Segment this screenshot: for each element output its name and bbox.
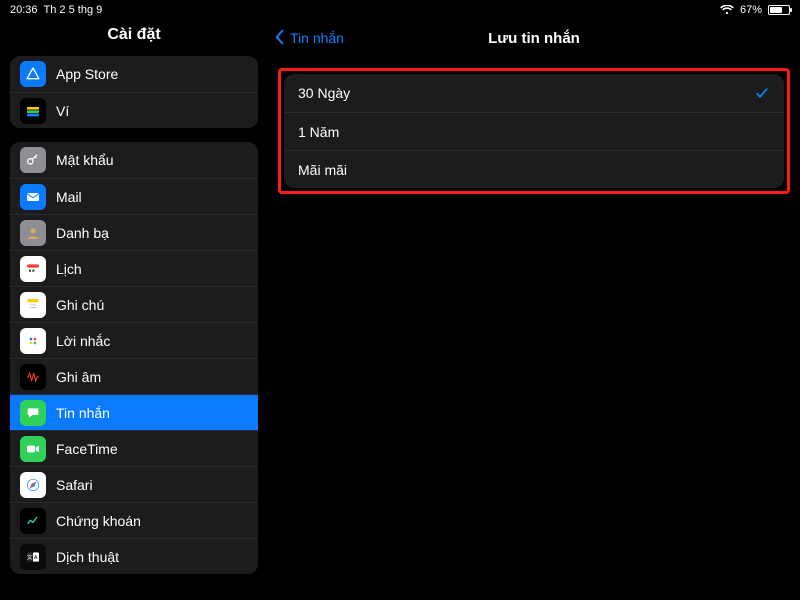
voice-icon <box>20 364 46 390</box>
calendar-icon <box>20 256 46 282</box>
back-button[interactable]: Tin nhắn <box>268 29 344 48</box>
sidebar-item-label: Tin nhắn <box>56 405 110 421</box>
key-icon <box>20 147 46 173</box>
sidebar-item-label: FaceTime <box>56 441 118 457</box>
sidebar-item-label: Lịch <box>56 261 82 277</box>
option-label: 1 Năm <box>298 124 339 140</box>
settings-sidebar: Cài đặt App Store Ví Mật khẩu Mail Danh bạ Lị… <box>0 20 268 600</box>
safari-icon <box>20 472 46 498</box>
appstore-icon <box>20 61 46 87</box>
option-label: 30 Ngày <box>298 85 350 101</box>
messages-icon <box>20 400 46 426</box>
sidebar-item-stocks[interactable]: Chứng khoán <box>10 502 258 538</box>
sidebar-item-passwords[interactable]: Mật khẩu <box>10 142 258 178</box>
sidebar-item-notes[interactable]: Ghi chú <box>10 286 258 322</box>
sidebar-item-app-store[interactable]: App Store <box>10 56 258 92</box>
stocks-icon <box>20 508 46 534</box>
detail-navbar: Tin nhắn Lưu tin nhắn <box>268 20 800 56</box>
wallet-icon <box>20 98 46 124</box>
wifi-icon <box>720 5 734 15</box>
detail-title: Lưu tin nhắn <box>268 30 800 47</box>
svg-text:A: A <box>34 555 38 561</box>
mail-icon <box>20 184 46 210</box>
sidebar-item-voicememo[interactable]: Ghi âm <box>10 358 258 394</box>
sidebar-item-label: Lời nhắc <box>56 333 110 349</box>
facetime-icon <box>20 436 46 462</box>
sidebar-title: Cài đặt <box>10 20 258 56</box>
option-label: Mãi mãi <box>298 162 347 178</box>
translate-icon: 文A <box>20 544 46 570</box>
option-row[interactable]: 1 Năm <box>284 112 784 150</box>
sidebar-item-messages[interactable]: Tin nhắn <box>10 394 258 430</box>
reminders-icon <box>20 328 46 354</box>
sidebar-item-translate[interactable]: 文A Dịch thuật <box>10 538 258 574</box>
sidebar-item-label: Dịch thuật <box>56 549 119 565</box>
settings-app: 20:36 Th 2 5 thg 9 67% Cài đặt App Store… <box>0 0 800 600</box>
sidebar-item-label: Safari <box>56 477 93 493</box>
sidebar-item-reminders[interactable]: Lời nhắc <box>10 322 258 358</box>
status-bar: 20:36 Th 2 5 thg 9 67% <box>0 0 800 20</box>
status-date: Th 2 5 thg 9 <box>44 4 103 16</box>
sidebar-item-label: Ghi âm <box>56 369 101 385</box>
sidebar-item-label: Ví <box>56 103 69 119</box>
back-label: Tin nhắn <box>290 30 344 46</box>
sidebar-item-label: Danh bạ <box>56 225 109 241</box>
sidebar-item-label: Mật khẩu <box>56 152 114 168</box>
contacts-icon <box>20 220 46 246</box>
sidebar-item-mail[interactable]: Mail <box>10 178 258 214</box>
sidebar-item-label: Mail <box>56 189 82 205</box>
notes-icon <box>20 292 46 318</box>
annotation-box: 30 Ngày 1 Năm Mãi mãi <box>278 68 790 194</box>
sidebar-item-contacts[interactable]: Danh bạ <box>10 214 258 250</box>
keep-messages-options: 30 Ngày 1 Năm Mãi mãi <box>284 74 784 188</box>
battery-percent: 67% <box>740 4 762 16</box>
status-time: 20:36 <box>10 4 38 16</box>
sidebar-item-label: App Store <box>56 66 118 82</box>
sidebar-item-label: Ghi chú <box>56 297 104 313</box>
checkmark-icon <box>754 85 770 101</box>
chevron-left-icon <box>274 29 286 48</box>
sidebar-item-label: Chứng khoán <box>56 513 141 529</box>
sidebar-item-calendar[interactable]: Lịch <box>10 250 258 286</box>
sidebar-item-facetime[interactable]: FaceTime <box>10 430 258 466</box>
sidebar-item-safari[interactable]: Safari <box>10 466 258 502</box>
sidebar-item-wallet[interactable]: Ví <box>10 92 258 128</box>
detail-pane: Tin nhắn Lưu tin nhắn 30 Ngày 1 Năm Mãi mã… <box>268 20 800 600</box>
battery-icon <box>768 5 790 15</box>
option-row[interactable]: Mãi mãi <box>284 150 784 188</box>
option-row[interactable]: 30 Ngày <box>284 74 784 112</box>
